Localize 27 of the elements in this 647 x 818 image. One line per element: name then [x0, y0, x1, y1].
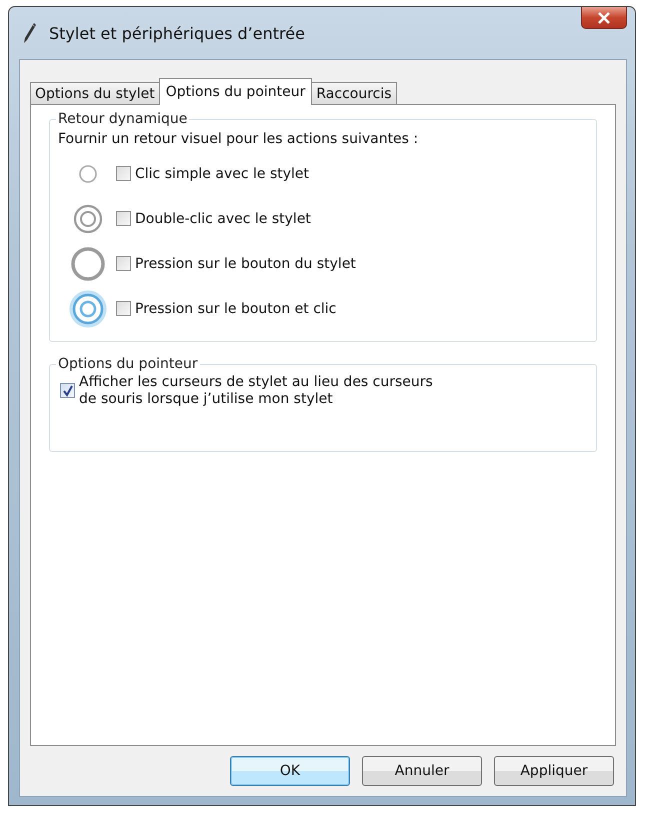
dialog-button[interactable]: Annuler — [362, 756, 482, 786]
tab[interactable]: Options du stylet — [30, 82, 160, 104]
window-title: Stylet et périphériques d’entrée — [49, 24, 305, 42]
intro-text: Fournir un retour visuel pour les actions suivantes : — [58, 131, 420, 147]
checkbox-label: Afficher les curseurs de stylet au lieu des curseurs de souris lorsque j’utilise mon stylet — [79, 374, 433, 408]
checkbox-label: Pression sur le bouton du stylet — [135, 256, 356, 272]
checkbox[interactable] — [60, 383, 75, 398]
double-ring-icon — [73, 204, 103, 234]
close-icon — [597, 12, 611, 24]
checkbox-label: Pression sur le bouton et clic — [135, 300, 336, 316]
large-ring-icon — [70, 246, 106, 282]
checkbox[interactable] — [116, 256, 131, 271]
checkbox[interactable] — [116, 211, 131, 226]
checkbox[interactable] — [116, 166, 131, 181]
checkbox[interactable] — [116, 301, 131, 316]
small-ring-icon — [78, 164, 98, 184]
dialog-button[interactable]: OK — [230, 756, 350, 786]
group-title: Retour dynamique — [57, 111, 188, 127]
dialog-button[interactable]: Appliquer — [494, 756, 614, 786]
checkbox-label: Clic simple avec le stylet — [135, 166, 310, 182]
group-title: Options du pointeur — [57, 356, 199, 372]
glowing-ring-icon — [69, 290, 107, 328]
checkbox-label: Double-clic avec le stylet — [135, 210, 311, 226]
pen-icon — [23, 22, 37, 44]
tab[interactable]: Options du pointeur — [158, 78, 312, 105]
close-button[interactable] — [581, 7, 627, 29]
tab[interactable]: Raccourcis — [311, 82, 397, 104]
